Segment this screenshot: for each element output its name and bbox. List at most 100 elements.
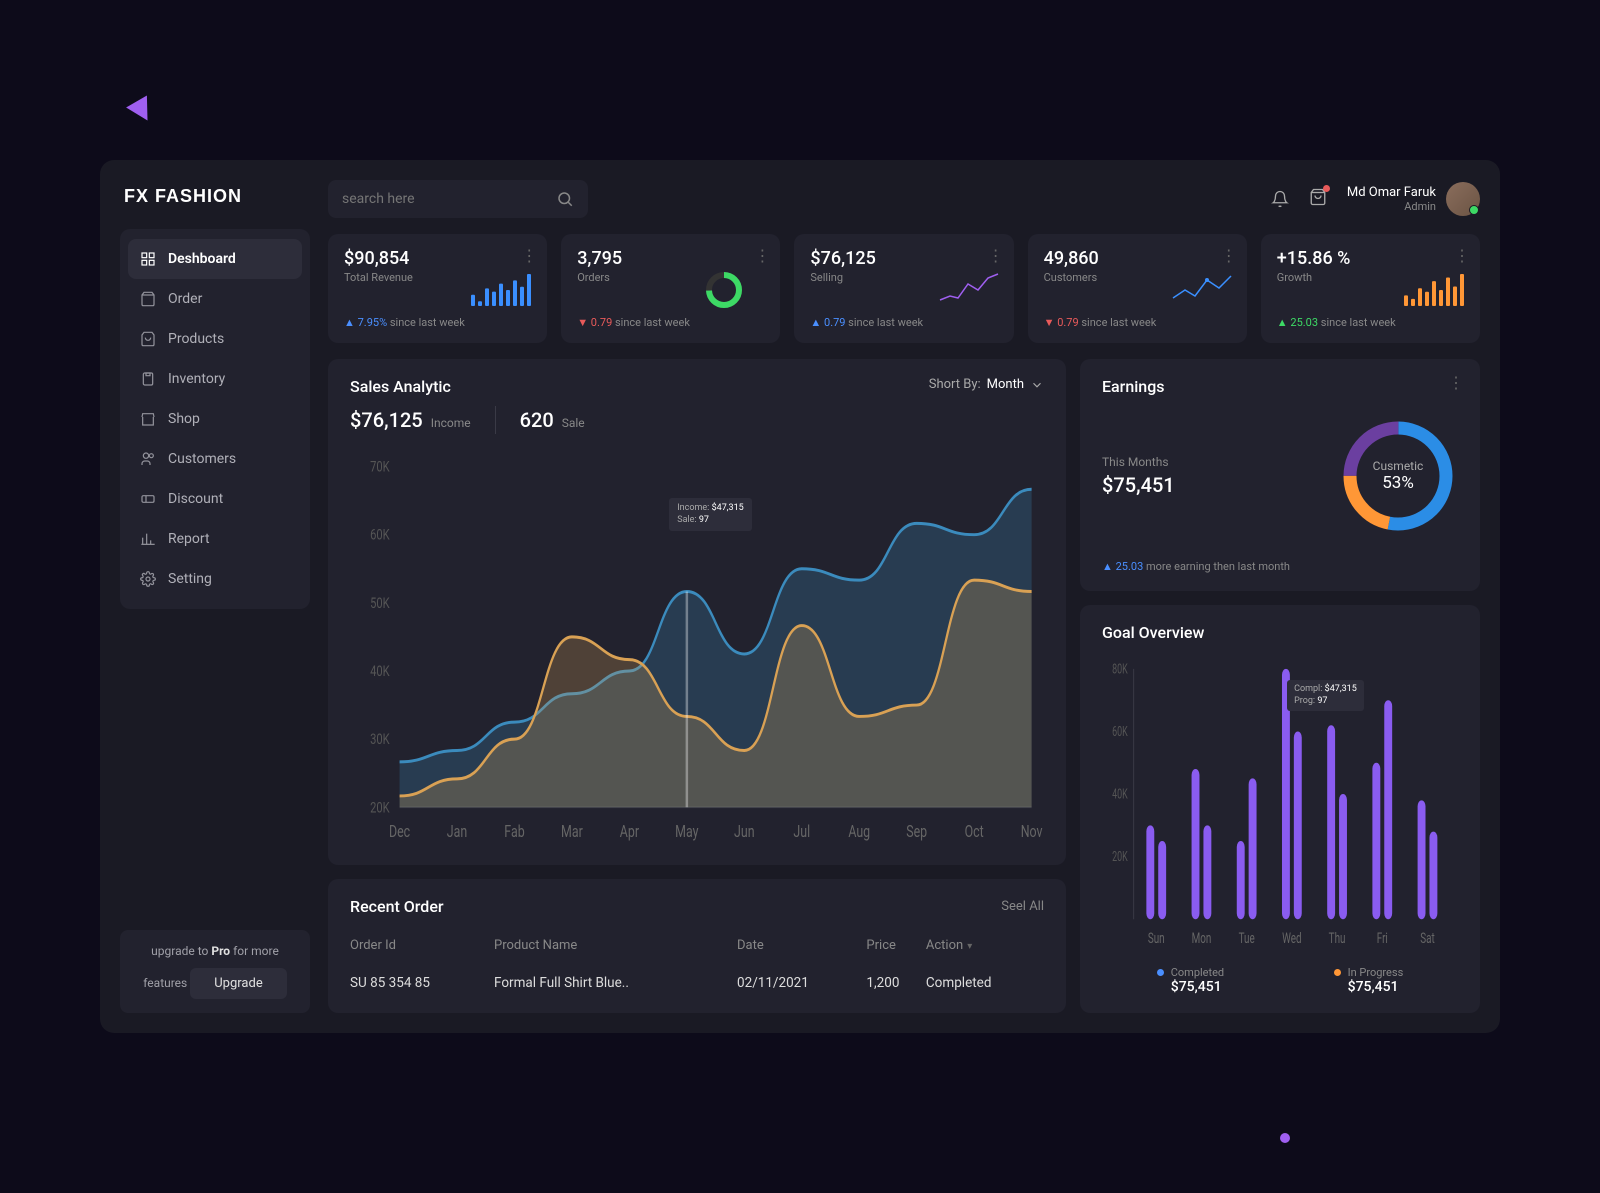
sales-chart: Income: $47,315 Sale: 97 20K30K40K50K60K… xyxy=(350,450,1044,847)
svg-text:Tue: Tue xyxy=(1239,930,1255,948)
svg-text:Wed: Wed xyxy=(1282,930,1301,948)
legend-item: In Progress$75,451 xyxy=(1334,966,1404,995)
bell-icon[interactable] xyxy=(1271,190,1289,208)
earnings-menu-icon[interactable]: ⋮ xyxy=(1448,373,1464,392)
more-icon[interactable]: ⋮ xyxy=(521,246,535,265)
more-icon[interactable]: ⋮ xyxy=(1221,246,1235,265)
sort-label: Short By: xyxy=(929,377,981,392)
svg-text:Mar: Mar xyxy=(561,821,583,841)
earn-foot-val: 25.03 xyxy=(1116,560,1144,573)
income-value: $76,125 xyxy=(350,408,423,432)
ticket-icon xyxy=(140,491,156,507)
sale-value: 620 xyxy=(520,408,554,432)
nav: Deshboard Order Products Inventory Shop Custo… xyxy=(120,229,310,609)
svg-text:Jul: Jul xyxy=(793,821,810,841)
user-menu[interactable]: Md Omar Faruk Admin xyxy=(1347,182,1480,216)
stat-row: ⋮ $90,854 Total Revenue ▲ 7.95% since la… xyxy=(328,234,1480,343)
sort-icon[interactable]: ▾ xyxy=(967,941,972,952)
chevron-down-icon xyxy=(1030,378,1044,392)
shopping-bag-icon xyxy=(140,331,156,347)
sidebar-item-products[interactable]: Products xyxy=(128,319,302,359)
svg-text:70K: 70K xyxy=(370,459,390,476)
earn-foot-text: more earning then last month xyxy=(1146,560,1290,573)
stat-delta: ▼ 0.79 since last week xyxy=(577,316,764,329)
brand-logo: FX FASHION xyxy=(124,186,310,207)
gear-icon xyxy=(140,571,156,587)
stat-value: 3,795 xyxy=(577,248,764,269)
stat-card: ⋮ 49,860 Customers ▼ 0.79 since last wee… xyxy=(1028,234,1247,343)
svg-text:Nov: Nov xyxy=(1021,821,1043,841)
orders-col: Action▾ xyxy=(926,930,1044,961)
sidebar-item-label: Products xyxy=(168,331,224,347)
search-box[interactable] xyxy=(328,180,588,218)
stat-card: ⋮ 3,795 Orders ▼ 0.79 since last week xyxy=(561,234,780,343)
shopping-icon[interactable] xyxy=(1309,188,1327,210)
svg-text:Fri: Fri xyxy=(1377,930,1388,948)
sidebar-item-label: Deshboard xyxy=(168,251,236,267)
recent-orders-card: Recent Order Seel All Order IdProduct Na… xyxy=(328,879,1066,1013)
upgrade-pro: Pro xyxy=(211,944,230,958)
sidebar-item-report[interactable]: Report xyxy=(128,519,302,559)
bag-icon xyxy=(140,291,156,307)
app-window: FX FASHION Deshboard Order Products Invento… xyxy=(100,160,1500,1033)
user-name: Md Omar Faruk xyxy=(1347,185,1436,200)
search-input[interactable] xyxy=(342,191,542,207)
sidebar-item-inventory[interactable]: Inventory xyxy=(128,359,302,399)
svg-text:May: May xyxy=(675,821,698,841)
stat-value: $90,854 xyxy=(344,248,531,269)
svg-text:Dec: Dec xyxy=(389,821,410,841)
more-icon[interactable]: ⋮ xyxy=(1454,246,1468,265)
main: Md Omar Faruk Admin ⋮ $90,854 Total Reve… xyxy=(328,180,1480,1013)
more-icon[interactable]: ⋮ xyxy=(988,246,1002,265)
sidebar-item-customers[interactable]: Customers xyxy=(128,439,302,479)
stat-card: ⋮ +15.86 % Growth ▲ 25.03 since last wee… xyxy=(1261,234,1480,343)
sidebar-item-order[interactable]: Order xyxy=(128,279,302,319)
sidebar-item-setting[interactable]: Setting xyxy=(128,559,302,599)
sidebar-item-discount[interactable]: Discount xyxy=(128,479,302,519)
svg-text:Jan: Jan xyxy=(447,821,467,841)
decorative-triangle xyxy=(126,95,158,126)
goal-card: Goal Overview Compl: $47,315 Prog: 97 20… xyxy=(1080,605,1480,1013)
orders-col: Date xyxy=(737,930,866,961)
svg-text:60K: 60K xyxy=(370,527,390,544)
earnings-donut: Cusmetic 53% xyxy=(1338,416,1458,536)
sidebar-item-label: Discount xyxy=(168,491,223,507)
goal-title: Goal Overview xyxy=(1102,623,1458,642)
search-icon xyxy=(556,190,574,208)
sort-by[interactable]: Short By: Month xyxy=(929,377,1044,392)
stat-value: $76,125 xyxy=(810,248,997,269)
orders-col: Price xyxy=(866,930,925,961)
svg-text:Sun: Sun xyxy=(1148,930,1165,948)
sidebar: FX FASHION Deshboard Order Products Invento… xyxy=(120,180,310,1013)
decorative-dot xyxy=(1280,1133,1290,1143)
content-grid: Sales Analytic Short By: Month $76,125In… xyxy=(328,359,1480,1013)
sidebar-item-label: Shop xyxy=(168,411,200,427)
sidebar-item-deshboard[interactable]: Deshboard xyxy=(128,239,302,279)
table-row[interactable]: SU 85 354 85Formal Full Shirt Blue..02/1… xyxy=(350,961,1044,995)
svg-text:Apr: Apr xyxy=(620,821,639,841)
upgrade-button[interactable]: Upgrade xyxy=(190,968,286,999)
orders-table: Order IdProduct NameDatePriceAction▾ SU … xyxy=(350,930,1044,995)
stat-delta: ▲ 25.03 since last week xyxy=(1277,316,1464,329)
svg-text:60K: 60K xyxy=(1112,723,1128,739)
upgrade-card: upgrade to Pro for more features Upgrade xyxy=(120,930,310,1013)
upgrade-text-pre: upgrade to xyxy=(151,944,211,958)
stat-delta: ▼ 0.79 since last week xyxy=(1044,316,1231,329)
sales-analytic-card: Sales Analytic Short By: Month $76,125In… xyxy=(328,359,1066,865)
sidebar-item-shop[interactable]: Shop xyxy=(128,399,302,439)
donut-percent: 53% xyxy=(1382,473,1414,493)
user-role: Admin xyxy=(1347,200,1436,213)
svg-text:Jun: Jun xyxy=(734,821,755,841)
stat-viz xyxy=(471,270,533,306)
stat-viz xyxy=(704,270,766,306)
stat-viz xyxy=(938,270,1000,306)
goal-legend: Completed$75,451In Progress$75,451 xyxy=(1102,966,1458,995)
see-all-link[interactable]: Seel All xyxy=(1001,899,1044,914)
stat-value: 49,860 xyxy=(1044,248,1231,269)
income-label: Income xyxy=(431,416,471,430)
more-icon[interactable]: ⋮ xyxy=(754,246,768,265)
orders-col: Product Name xyxy=(494,930,737,961)
store-icon xyxy=(140,411,156,427)
sales-tooltip: Income: $47,315 Sale: 97 xyxy=(669,498,751,531)
header: Md Omar Faruk Admin xyxy=(328,180,1480,218)
